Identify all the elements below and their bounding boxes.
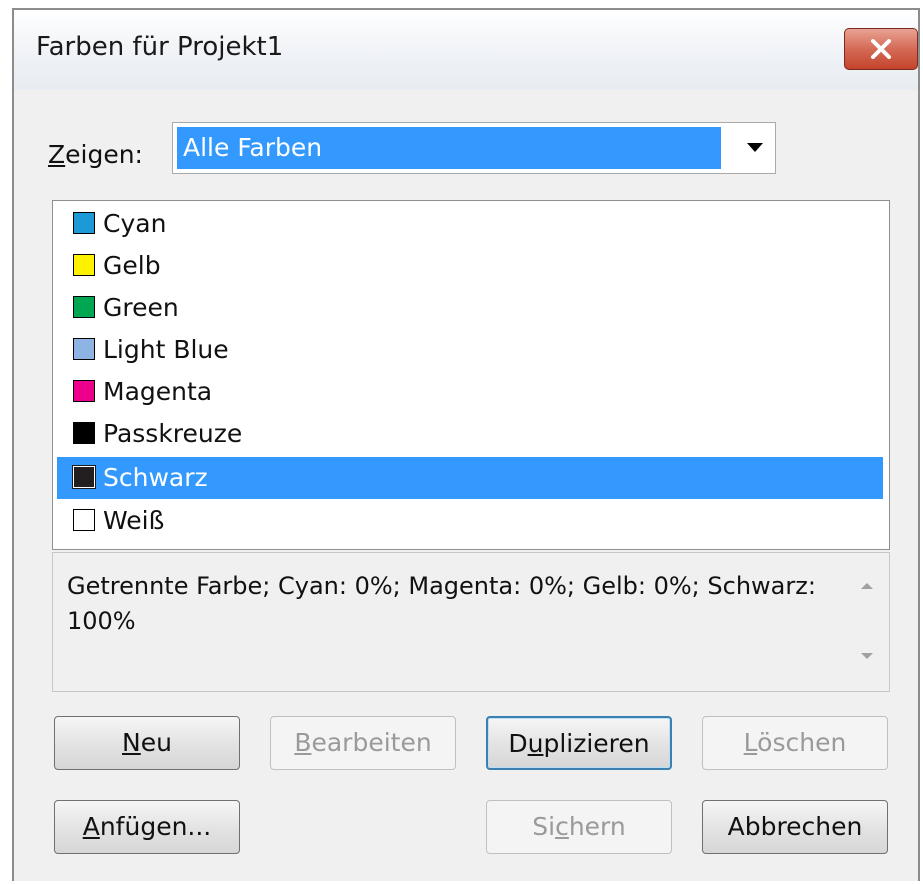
color-name: Cyan: [103, 209, 167, 238]
window-title: Farben für Projekt1: [36, 32, 284, 62]
title-bar: Farben für Projekt1: [14, 10, 918, 90]
color-name: Weiß: [103, 506, 165, 535]
save-button[interactable]: Sichern: [486, 800, 672, 854]
colors-dialog: Farben für Projekt1 Zeigen: Alle Farben …: [12, 8, 920, 881]
color-name: Schwarz: [103, 463, 208, 492]
show-label: Zeigen:: [48, 140, 143, 169]
color-name: Passkreuze: [103, 419, 243, 448]
list-item[interactable]: Gelb: [57, 245, 883, 287]
color-name: Magenta: [103, 377, 213, 406]
color-swatch: [73, 338, 95, 360]
append-button[interactable]: Anfügen...: [54, 800, 240, 854]
color-info-text: Getrennte Farbe; Cyan: 0%; Magenta: 0%; …: [67, 572, 816, 635]
color-list[interactable]: Cyan Gelb Green Light Blue Magenta Passk…: [52, 200, 890, 550]
scroll-up-icon[interactable]: [861, 583, 873, 589]
dialog-content: Zeigen: Alle Farben Cyan Gelb Green Ligh…: [14, 90, 918, 881]
duplicate-button[interactable]: Duplizieren: [486, 716, 672, 770]
color-swatch: [73, 254, 95, 276]
color-name: Light Blue: [103, 335, 229, 364]
list-item[interactable]: Passkreuze: [57, 413, 883, 455]
color-swatch: [73, 509, 95, 531]
list-item[interactable]: Cyan: [57, 203, 883, 245]
list-item[interactable]: Green: [57, 287, 883, 329]
list-item[interactable]: Light Blue: [57, 329, 883, 371]
close-x-icon: [871, 39, 891, 59]
delete-button[interactable]: Löschen: [702, 716, 888, 770]
list-item-selected[interactable]: Schwarz: [57, 457, 883, 499]
list-item[interactable]: Weiß: [57, 500, 883, 542]
color-name: Green: [103, 293, 179, 322]
show-filter-dropdown[interactable]: Alle Farben: [172, 122, 776, 174]
color-swatch: [73, 296, 95, 318]
color-swatch: [73, 380, 95, 402]
chevron-down-icon[interactable]: [747, 143, 763, 152]
color-name: Gelb: [103, 251, 161, 280]
color-swatch: [73, 422, 95, 444]
show-filter-value: Alle Farben: [177, 127, 721, 169]
list-item[interactable]: Magenta: [57, 371, 883, 413]
color-swatch: [73, 212, 95, 234]
scroll-down-icon[interactable]: [861, 653, 873, 659]
edit-button[interactable]: Bearbeiten: [270, 716, 456, 770]
color-info-box[interactable]: Getrennte Farbe; Cyan: 0%; Magenta: 0%; …: [52, 552, 890, 692]
cancel-button[interactable]: Abbrechen: [702, 800, 888, 854]
color-swatch: [72, 465, 96, 489]
close-button[interactable]: [844, 28, 918, 70]
new-button[interactable]: Neu: [54, 716, 240, 770]
